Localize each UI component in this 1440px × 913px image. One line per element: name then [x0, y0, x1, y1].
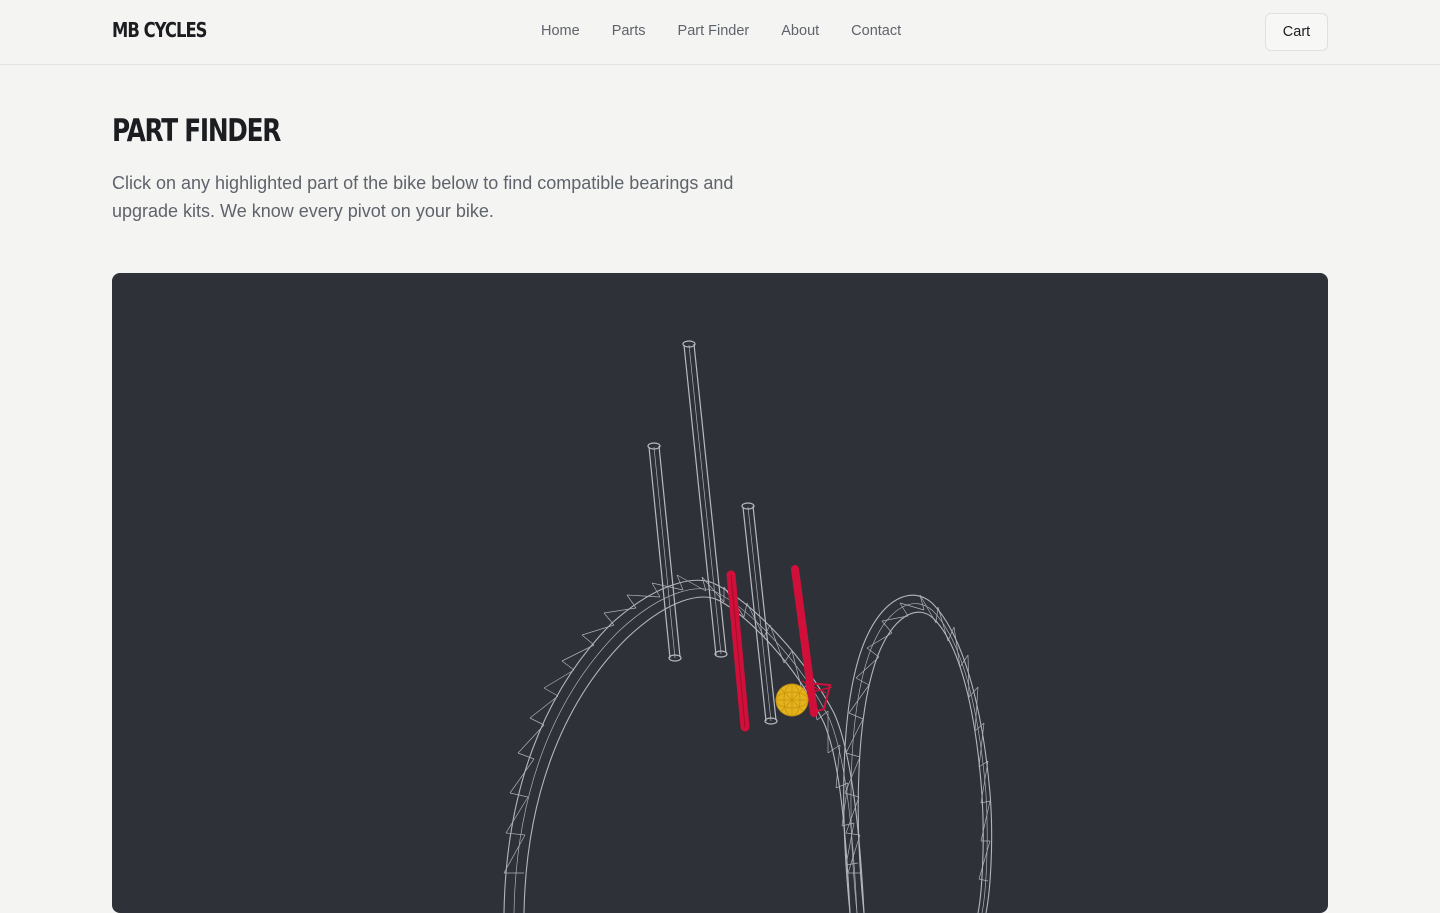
frame-tubes	[647, 340, 778, 725]
page-title: PART FINDER	[112, 113, 281, 149]
rear-wheel-wireframe	[843, 594, 993, 913]
nav-home[interactable]: Home	[541, 23, 580, 39]
bike-3d-viewer[interactable]	[112, 273, 1328, 913]
nav-about[interactable]: About	[781, 23, 819, 39]
site-logo[interactable]: MB CYCLES	[112, 18, 207, 42]
intro-text: Click on any highlighted part of the bik…	[112, 173, 734, 221]
bike-wireframe[interactable]	[112, 273, 1328, 913]
nav-parts[interactable]: Parts	[612, 23, 646, 39]
site-header: MB CYCLES Home Parts Part Finder About C…	[0, 0, 1440, 65]
head-tube	[682, 340, 728, 658]
nav-part-finder[interactable]: Part Finder	[678, 23, 750, 39]
front-wheel-wireframe	[503, 574, 865, 913]
seat-tube	[647, 442, 682, 662]
highlight-pivot-bearing[interactable]	[775, 683, 809, 717]
cart-button[interactable]: Cart	[1265, 13, 1328, 51]
nav-contact[interactable]: Contact	[851, 23, 901, 39]
rear-wheel-bracing	[844, 594, 991, 882]
main-nav: Home Parts Part Finder About Contact	[541, 23, 901, 39]
